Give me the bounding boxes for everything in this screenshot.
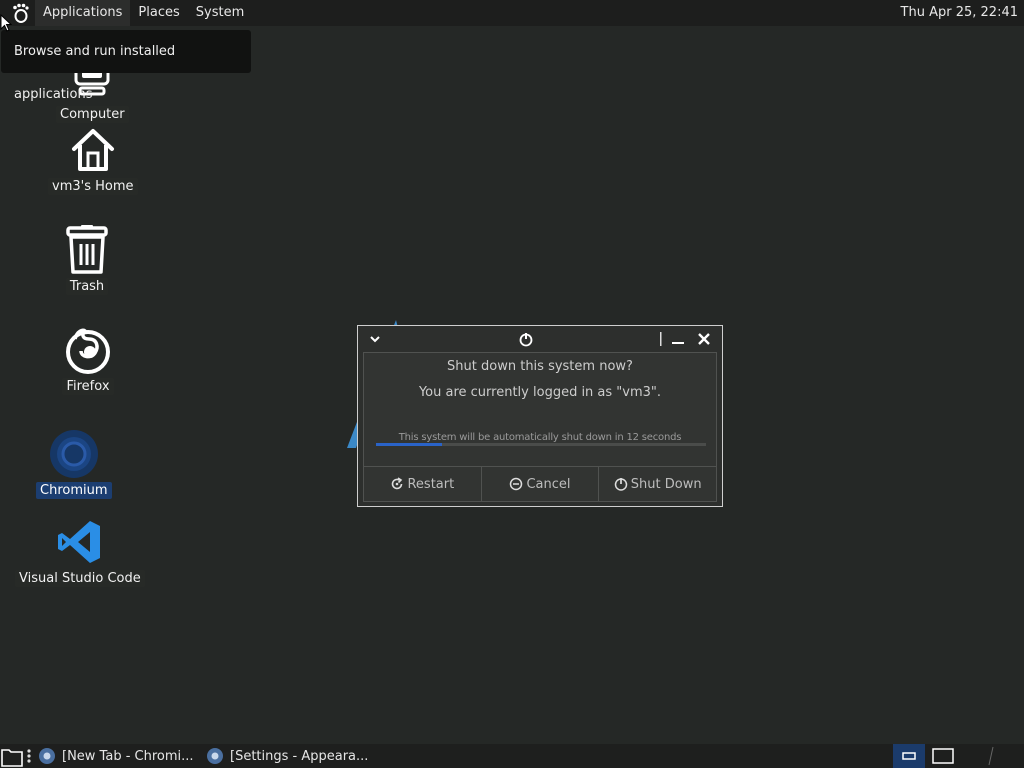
desktop-icon-firefox[interactable]: Firefox [62, 324, 114, 395]
workspace-2[interactable] [927, 744, 959, 768]
panel-separator [988, 744, 994, 768]
handle-dots-icon [27, 749, 31, 763]
mouse-pointer-icon [0, 14, 12, 32]
restart-button[interactable]: Restart [364, 467, 481, 501]
desktop-icon-label: Visual Studio Code [15, 570, 145, 587]
dialog-titlebar[interactable] [358, 326, 722, 352]
taskbar-item-chromium-newtab[interactable]: [New Tab - Chromi... [38, 744, 194, 768]
shutdown-dialog: Shut down this system now? You are curre… [357, 325, 723, 507]
show-desktop-button[interactable] [0, 744, 24, 768]
desktop-icon-trash[interactable]: Trash [61, 224, 113, 295]
system-menu[interactable]: System [188, 0, 252, 26]
close-icon[interactable] [695, 330, 713, 348]
minimize-icon[interactable] [670, 330, 686, 348]
desktop-icon-label: Trash [65, 278, 109, 295]
cancel-label: Cancel [526, 476, 571, 492]
restart-label: Restart [407, 476, 455, 492]
desktop-icon-label: vm3's Home [48, 178, 138, 195]
tooltip: Browse and run installed applications [1, 30, 251, 102]
vscode-icon [54, 516, 106, 568]
folder-icon [1, 749, 23, 767]
window-menu-chevron-icon[interactable] [368, 330, 382, 348]
clock[interactable]: Thu Apr 25, 22:41 [901, 0, 1018, 26]
trash-icon [61, 224, 113, 276]
home-icon [67, 124, 119, 176]
cancel-icon [510, 477, 523, 491]
chromium-icon [207, 748, 223, 764]
places-menu[interactable]: Places [130, 0, 187, 26]
desktop-icon-home[interactable]: vm3's Home [48, 124, 138, 195]
logged-in-message: You are currently logged in as "vm3". [418, 385, 662, 400]
desktop-icon-vscode[interactable]: Visual Studio Code [15, 516, 145, 587]
task-label: [Settings - Appeara... [230, 748, 369, 764]
gnome-foot-icon[interactable] [10, 2, 32, 24]
chromium-icon [39, 748, 55, 764]
workspace-icon [932, 748, 954, 764]
countdown-label: This system will be automatically shut d… [398, 432, 682, 443]
desktop-icon-chromium[interactable]: Chromium [36, 428, 112, 499]
applications-menu[interactable]: Applications [35, 0, 131, 26]
shutdown-label: Shut Down [630, 476, 702, 492]
firefox-icon [62, 324, 114, 376]
desktop-icon-label: Firefox [62, 378, 114, 395]
separator-icon [658, 330, 664, 348]
drag-handle[interactable] [26, 744, 32, 768]
dialog-body: Shut down this system now? You are curre… [363, 352, 717, 502]
workspace-icon [902, 752, 916, 760]
workspace-1[interactable] [893, 744, 925, 768]
task-label: [New Tab - Chromi... [62, 748, 194, 764]
chromium-icon [48, 428, 100, 480]
desktop-icon-label: Chromium [36, 482, 112, 499]
power-icon [517, 330, 535, 348]
shutdown-question: Shut down this system now? [447, 359, 633, 374]
shutdown-button[interactable]: Shut Down [598, 467, 716, 501]
progress-fill [376, 443, 442, 446]
power-icon [614, 478, 628, 491]
taskbar-item-chromium-settings[interactable]: [Settings - Appeara... [206, 744, 368, 768]
bottom-panel: [New Tab - Chromi... [Settings - Appeara… [0, 744, 1024, 768]
dialog-buttons: Restart Cancel Shut Down [364, 466, 716, 501]
cancel-button[interactable]: Cancel [480, 467, 599, 501]
countdown-progress [376, 443, 706, 446]
restart-icon [392, 477, 403, 490]
top-panel: Applications Places System Thu Apr 25, 2… [0, 0, 1024, 26]
